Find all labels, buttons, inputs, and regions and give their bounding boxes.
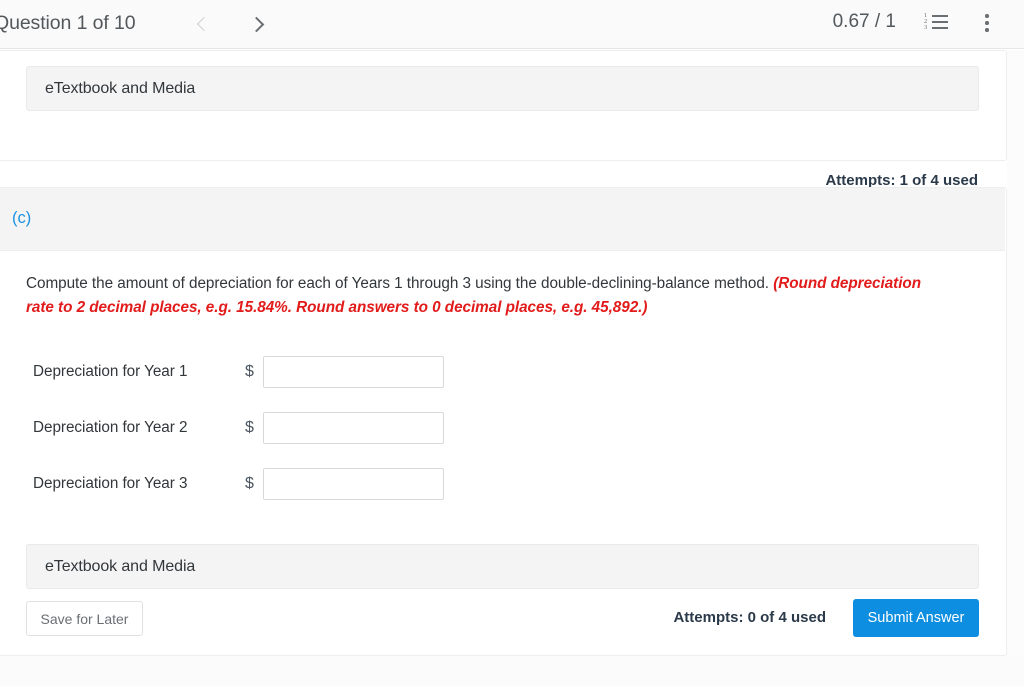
question-prompt-main: Compute the amount of depreciation for e…: [26, 275, 774, 292]
previous-part-card: eTextbook and Media Attempts: 1 of 4 use…: [0, 50, 1007, 189]
answer-label-year-1: Depreciation for Year 1: [33, 363, 188, 380]
question-part-c-card: (c) Compute the amount of depreciation f…: [0, 187, 1007, 656]
currency-symbol-year-2: $: [245, 419, 254, 436]
kebab-dot-3: [985, 28, 989, 32]
answer-label-year-3: Depreciation for Year 3: [33, 475, 188, 492]
answer-row-year-1: Depreciation for Year 1 $: [33, 356, 444, 388]
previous-question-button[interactable]: [188, 8, 216, 40]
attempts-status-bottom: Attempts: 0 of 4 used: [673, 609, 826, 626]
next-question-button[interactable]: [244, 8, 272, 40]
answer-input-year-1[interactable]: [263, 356, 444, 388]
kebab-dot-1: [985, 14, 989, 18]
currency-symbol-year-3: $: [245, 475, 254, 492]
answer-label-year-2: Depreciation for Year 2: [33, 419, 188, 436]
etextbook-and-media-label-bottom: eTextbook and Media: [45, 557, 196, 575]
kebab-dot-2: [985, 21, 989, 25]
numbered-list-icon[interactable]: 1 2 3: [924, 12, 948, 35]
right-gutter: [1007, 50, 1024, 656]
answer-input-year-2[interactable]: [263, 412, 444, 444]
score-display: 0.67 / 1: [832, 11, 896, 32]
etextbook-and-media-bar-bottom[interactable]: eTextbook and Media: [26, 544, 979, 589]
list-line-2: [932, 21, 948, 24]
currency-symbol-year-1: $: [245, 363, 254, 380]
part-letter: (c): [12, 209, 32, 227]
page-bottom-area: [0, 656, 1024, 686]
question-prompt: Compute the amount of depreciation for e…: [26, 272, 926, 320]
list-number-3: 3: [924, 24, 928, 31]
question-header-bar: Question 1 of 10 0.67 / 1 1 2 3: [0, 0, 1024, 49]
kebab-menu-icon[interactable]: [978, 12, 998, 36]
etextbook-and-media-bar-top[interactable]: eTextbook and Media: [26, 66, 979, 111]
answer-row-year-3: Depreciation for Year 3 $: [33, 468, 444, 500]
list-line-1: [932, 15, 948, 18]
answer-row-year-2: Depreciation for Year 2 $: [33, 412, 444, 444]
answer-input-year-3[interactable]: [263, 468, 444, 500]
part-header-band: (c): [0, 188, 1005, 251]
etextbook-and-media-label: eTextbook and Media: [45, 79, 196, 97]
chevron-left-icon: [196, 16, 211, 32]
page-title: Question 1 of 10: [0, 12, 136, 34]
list-line-3: [932, 27, 948, 30]
save-for-later-button[interactable]: Save for Later: [26, 601, 143, 636]
submit-answer-button[interactable]: Submit Answer: [853, 599, 979, 637]
chevron-right-icon: [248, 16, 265, 32]
